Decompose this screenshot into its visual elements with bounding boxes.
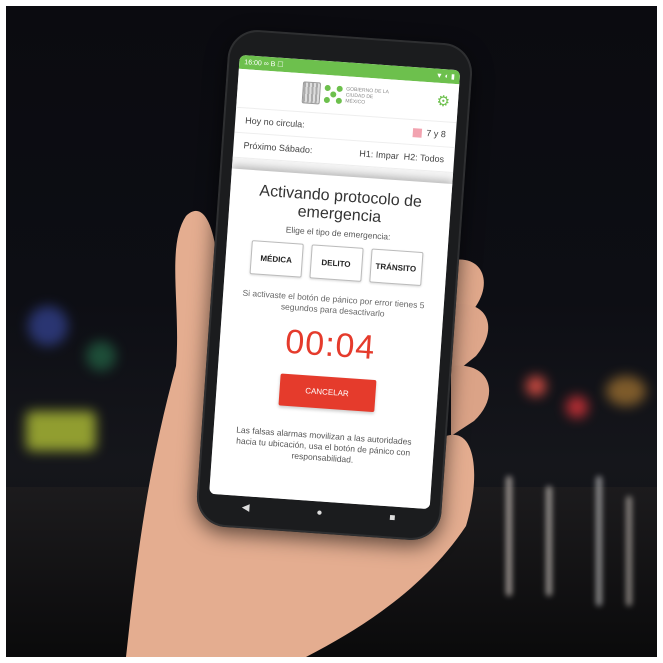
h1-value: H1: Impar xyxy=(359,148,400,162)
back-icon[interactable]: ◀ xyxy=(241,502,249,514)
gov-text: GOBIERNO DE LA CIUDAD DE MÉXICO xyxy=(345,86,389,106)
status-time: 16:00 xyxy=(244,59,263,68)
medica-button[interactable]: MÉDICA xyxy=(249,240,304,278)
proximo-sabado-label: Próximo Sábado: xyxy=(243,140,313,156)
cdmx-logo-icon xyxy=(323,84,343,105)
error-message: Si activaste el botón de pánico por erro… xyxy=(242,287,425,319)
gear-icon[interactable]: ⚙ xyxy=(436,92,451,111)
delito-button[interactable]: DELITO xyxy=(308,244,364,282)
status-right-icons: ▼ ◐ ▮ xyxy=(435,72,456,81)
h2-value: H2: Todos xyxy=(403,151,445,165)
status-left-icons: ∞ B ☐ xyxy=(263,60,284,69)
cancel-button[interactable]: CANCELAR xyxy=(277,373,376,413)
transito-button[interactable]: TRÁNSITO xyxy=(368,248,424,287)
crest-icon xyxy=(301,81,321,105)
emergency-types: MÉDICA DELITO TRÁNSITO xyxy=(225,238,448,287)
phone: 16:00 ∞ B ☐ ▼ ◐ ▮ GOBIERNO DE LA CIUDAD … xyxy=(194,28,475,542)
home-icon[interactable]: ● xyxy=(316,507,323,518)
recents-icon[interactable]: ■ xyxy=(389,512,396,523)
gov-logo: GOBIERNO DE LA CIUDAD DE MÉXICO xyxy=(301,81,394,109)
countdown-timer: 00:04 xyxy=(284,322,377,367)
hoy-no-circula-value: 7 y 8 xyxy=(425,127,447,140)
plate-color-chip xyxy=(412,128,423,138)
warning-text: Las falsas alarmas movilizan a las autor… xyxy=(235,424,412,465)
emergency-dialog: Activando protocolo de emergencia Elige … xyxy=(209,168,453,510)
hoy-no-circula-label: Hoy no circula: xyxy=(244,115,306,130)
phone-screen: 16:00 ∞ B ☐ ▼ ◐ ▮ GOBIERNO DE LA CIUDAD … xyxy=(209,54,461,510)
